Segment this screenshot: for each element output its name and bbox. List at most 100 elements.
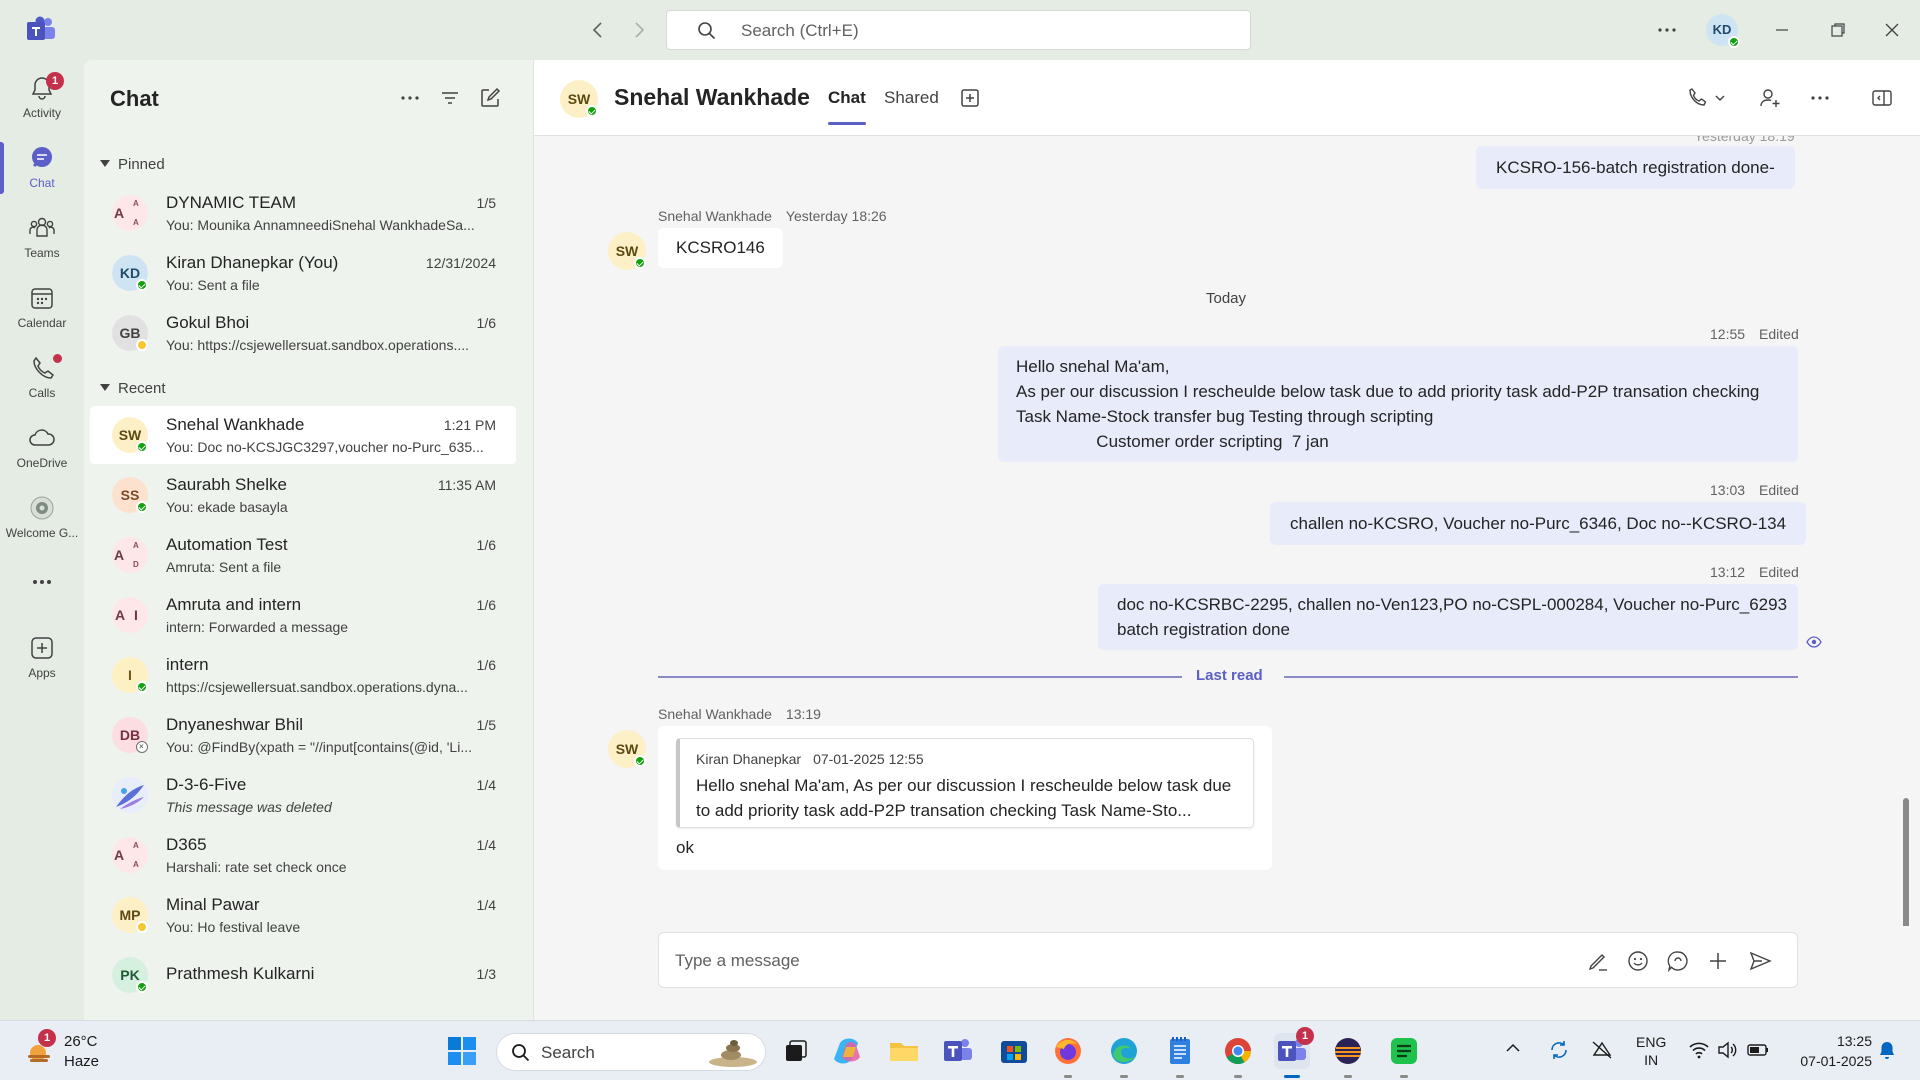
chat-row-dnyaneshwar[interactable]: DB Dnyaneshwar Bhil 1/5 You: @FindBy(xpa… — [90, 706, 516, 764]
profile-avatar[interactable]: KD — [1706, 14, 1740, 48]
rail-item-calls[interactable]: Calls — [0, 346, 84, 412]
edited-label: Edited — [1759, 326, 1799, 342]
add-people-icon[interactable] — [1758, 86, 1782, 110]
recent-section-toggle[interactable]: Recent — [100, 380, 166, 397]
chat-row-dynamic-team[interactable]: A A A DYNAMIC TEAM 1/5 You: Mounika Anna… — [90, 184, 516, 242]
rail-more-apps[interactable] — [0, 560, 84, 600]
loop-compose-icon[interactable] — [1665, 948, 1691, 974]
tab-shared[interactable]: Shared — [884, 88, 939, 108]
caret-down-icon — [100, 160, 110, 167]
teams-classic-icon[interactable] — [940, 1033, 976, 1069]
chat-row-gokul[interactable]: GB Gokul Bhoi 1/6 You: https://csjewelle… — [90, 304, 516, 362]
weather-widget[interactable]: 1 26°C Haze — [22, 1029, 142, 1071]
group-initial: A — [114, 847, 125, 863]
weather-badge: 1 — [38, 1029, 56, 1047]
search-input[interactable] — [741, 19, 1221, 43]
rail-item-chat[interactable]: Chat — [0, 136, 84, 202]
sync-icon[interactable] — [1548, 1039, 1570, 1061]
region-code: IN — [1644, 1052, 1659, 1068]
avatar: KD — [112, 255, 148, 291]
taskbar-search[interactable]: Search — [496, 1033, 766, 1071]
rail-item-welcome[interactable]: Welcome G... — [0, 486, 84, 552]
message-bubble-mine[interactable]: challen no-KCSRO, Voucher no-Purc_6346, … — [1270, 502, 1807, 545]
emoji-icon[interactable] — [1625, 948, 1651, 974]
chat-row-kiran[interactable]: KD Kiran Dhanepkar (You) 12/31/2024 You:… — [90, 244, 516, 302]
eclipse-icon[interactable] — [1330, 1033, 1366, 1078]
add-tab-icon[interactable] — [958, 86, 982, 110]
copilot-icon[interactable] — [832, 1033, 868, 1069]
message-meta: Snehal Wankhade Yesterday 18:26 — [658, 208, 887, 224]
pinned-section-toggle[interactable]: Pinned — [100, 156, 165, 173]
add-attachment-icon[interactable] — [1705, 948, 1731, 974]
message-meta: 12:55 Edited — [1710, 326, 1799, 342]
show-hidden-icons-chevron-icon[interactable] — [1504, 1039, 1522, 1057]
tab-chat[interactable]: Chat — [828, 88, 866, 125]
message-bubble-mine[interactable]: Hello snehal Ma'am, As per our discussio… — [998, 346, 1798, 462]
firefox-icon[interactable] — [1050, 1033, 1086, 1078]
chat-row-automation-test[interactable]: A A D Automation Test 1/6 Amruta: Sent a… — [90, 526, 516, 584]
message-bubble-theirs[interactable]: Kiran Dhanepkar 07-01-2025 12:55 Hello sn… — [658, 726, 1272, 870]
rail-item-apps[interactable]: Apps — [0, 626, 84, 692]
chat-row-snehal[interactable]: SW Snehal Wankhade 1:21 PM You: Doc no-K… — [90, 406, 516, 464]
contact-initials: SW — [567, 91, 591, 107]
more-options-icon[interactable] — [398, 86, 422, 110]
chat-row-d36five[interactable]: D-3-6-Five 1/4 This message was deleted — [90, 766, 516, 824]
contact-avatar[interactable]: SW — [560, 80, 598, 118]
chrome-icon[interactable] — [1220, 1033, 1256, 1078]
wifi-icon[interactable] — [1688, 1039, 1710, 1061]
chat-name: Prathmesh Kulkarni — [166, 964, 315, 983]
message-bubble-theirs[interactable]: KCSRO146 — [658, 228, 783, 268]
call-dropdown-icon[interactable] — [1686, 86, 1730, 110]
message-bubble-mine[interactable]: KCSRO-156-batch registration done- — [1476, 146, 1795, 189]
chat-time: 11:35 AM — [437, 477, 496, 493]
file-explorer-icon[interactable] — [886, 1033, 922, 1069]
battery-icon[interactable] — [1746, 1039, 1770, 1061]
message-bubble-mine[interactable]: doc no-KCSRBC-2295, challen no-Ven123,PO… — [1098, 584, 1798, 650]
rail-item-activity[interactable]: 1 Activity — [0, 66, 84, 132]
message-scrollbar[interactable] — [1903, 798, 1909, 926]
task-view-icon[interactable] — [778, 1033, 814, 1069]
more-options-icon[interactable] — [1808, 86, 1832, 110]
system-clock[interactable]: 13:25 07-01-2025 — [1782, 1031, 1872, 1071]
rail-item-calendar[interactable]: Calendar — [0, 276, 84, 342]
chat-row-prathmesh[interactable]: PK Prathmesh Kulkarni 1/3 — [90, 946, 516, 1004]
sender-avatar[interactable]: SW — [608, 730, 646, 768]
chat-name: Saurabh Shelke — [166, 475, 287, 494]
group-avatar: A A A — [112, 837, 148, 873]
chat-row-intern[interactable]: I intern 1/6 https://csjewellersuat.sand… — [90, 646, 516, 704]
format-pen-icon[interactable] — [1585, 948, 1611, 974]
chat-row-saurabh[interactable]: SS Saurabh Shelke 11:35 AM You: ekade ba… — [90, 466, 516, 524]
rail-item-teams[interactable]: Teams — [0, 206, 84, 272]
send-icon[interactable] — [1747, 948, 1773, 974]
message-composer[interactable] — [658, 932, 1798, 988]
notepad-icon[interactable] — [1162, 1033, 1198, 1078]
language-indicator[interactable]: ENG IN — [1636, 1033, 1666, 1069]
filter-icon[interactable] — [438, 86, 462, 110]
quoted-reply[interactable]: Kiran Dhanepkar 07-01-2025 12:55 Hello sn… — [676, 738, 1254, 828]
restore-icon[interactable] — [1826, 18, 1850, 42]
forward-arrow-icon[interactable] — [627, 18, 651, 42]
chat-name: DYNAMIC TEAM — [166, 193, 297, 212]
edge-icon[interactable] — [1106, 1033, 1142, 1078]
search-box[interactable] — [666, 10, 1251, 50]
chat-row-amruta-intern[interactable]: A I Amruta and intern 1/6 intern: Forwar… — [90, 586, 516, 644]
message-list[interactable]: Yesterday 18:19 KCSRO-156-batch registra… — [534, 136, 1920, 926]
volume-icon[interactable] — [1716, 1039, 1738, 1061]
open-side-panel-icon[interactable] — [1870, 86, 1894, 110]
network-status-icon[interactable] — [1590, 1039, 1614, 1061]
start-button[interactable] — [444, 1033, 480, 1069]
back-arrow-icon[interactable] — [586, 18, 610, 42]
teams-taskbar-icon[interactable]: 1 — [1274, 1027, 1314, 1078]
notification-bell-icon[interactable] — [1876, 1039, 1898, 1061]
new-chat-icon[interactable] — [478, 86, 502, 110]
sender-avatar[interactable]: SW — [608, 232, 646, 270]
close-icon[interactable] — [1880, 18, 1904, 42]
spreadsheet-app-icon[interactable] — [1386, 1033, 1422, 1078]
settings-more-icon[interactable] — [1655, 18, 1679, 42]
store-icon[interactable] — [996, 1033, 1032, 1069]
minimize-icon[interactable] — [1770, 18, 1794, 42]
message-input[interactable] — [675, 948, 1555, 974]
rail-item-onedrive[interactable]: OneDrive — [0, 416, 84, 482]
chat-row-d365[interactable]: A A A D365 1/4 Harshali: rate set check … — [90, 826, 516, 884]
chat-row-minal[interactable]: MP Minal Pawar 1/4 You: Ho festival leav… — [90, 886, 516, 944]
